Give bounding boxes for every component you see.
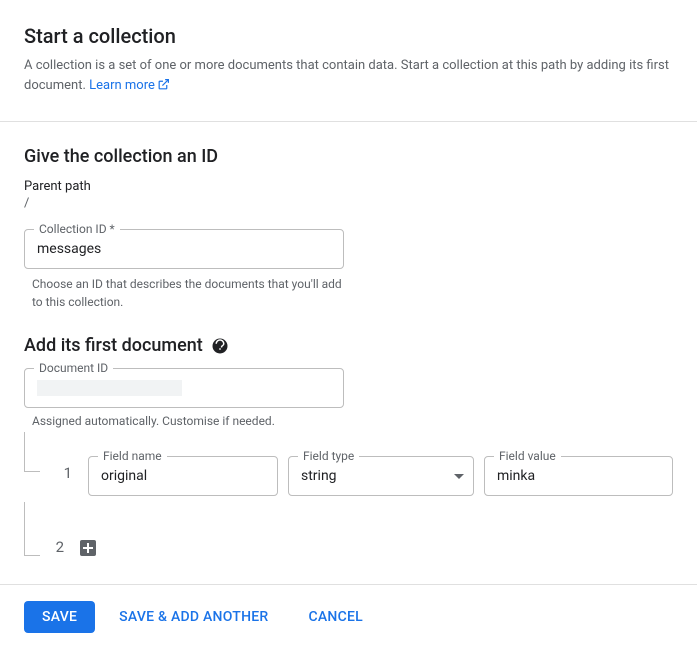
field-type-wrap: Field type [288, 456, 474, 496]
collection-id-heading: Give the collection an ID [24, 146, 673, 167]
first-document-heading: Add its first document [24, 335, 673, 356]
row-number-2: 2 [42, 536, 64, 556]
parent-path-label: Parent path [24, 179, 673, 194]
tree-connector-2 [24, 502, 40, 556]
external-link-icon [157, 78, 170, 98]
field-row-2: 2 [0, 536, 697, 556]
plus-icon [83, 543, 93, 553]
document-id-label: Document ID [34, 361, 113, 375]
dialog-footer: SAVE SAVE & ADD ANOTHER CANCEL [0, 584, 697, 649]
dialog-header: Start a collection A collection is a set… [0, 0, 697, 121]
collection-id-label: Collection ID * [34, 222, 120, 236]
add-field-button[interactable] [80, 540, 96, 556]
field-value-label: Field value [494, 449, 561, 463]
parent-path-value: / [24, 196, 673, 211]
document-id-placeholder [37, 380, 182, 396]
field-name-wrap: Field name [88, 456, 278, 496]
collection-id-helper: Choose an ID that describes the document… [32, 275, 352, 311]
field-row-1: 1 Field name Field type Field value [0, 452, 697, 502]
help-icon[interactable] [211, 337, 229, 355]
learn-more-link[interactable]: Learn more [89, 78, 170, 93]
dialog-body: Give the collection an ID Parent path / … [0, 122, 697, 452]
document-id-helper: Assigned automatically. Customise if nee… [32, 414, 673, 428]
dialog-title: Start a collection [24, 24, 673, 48]
field-type-label: Field type [298, 449, 359, 463]
row-number: 1 [50, 452, 72, 482]
tree-connector [24, 432, 40, 472]
collection-id-field: Collection ID * [24, 229, 344, 269]
document-id-field: Document ID [24, 368, 344, 408]
dialog-description: A collection is a set of one or more doc… [24, 56, 673, 97]
save-button[interactable]: SAVE [24, 601, 95, 633]
cancel-button[interactable]: CANCEL [292, 601, 378, 633]
save-add-another-button[interactable]: SAVE & ADD ANOTHER [103, 601, 284, 633]
field-name-label: Field name [98, 449, 167, 463]
field-value-wrap: Field value [484, 456, 673, 496]
